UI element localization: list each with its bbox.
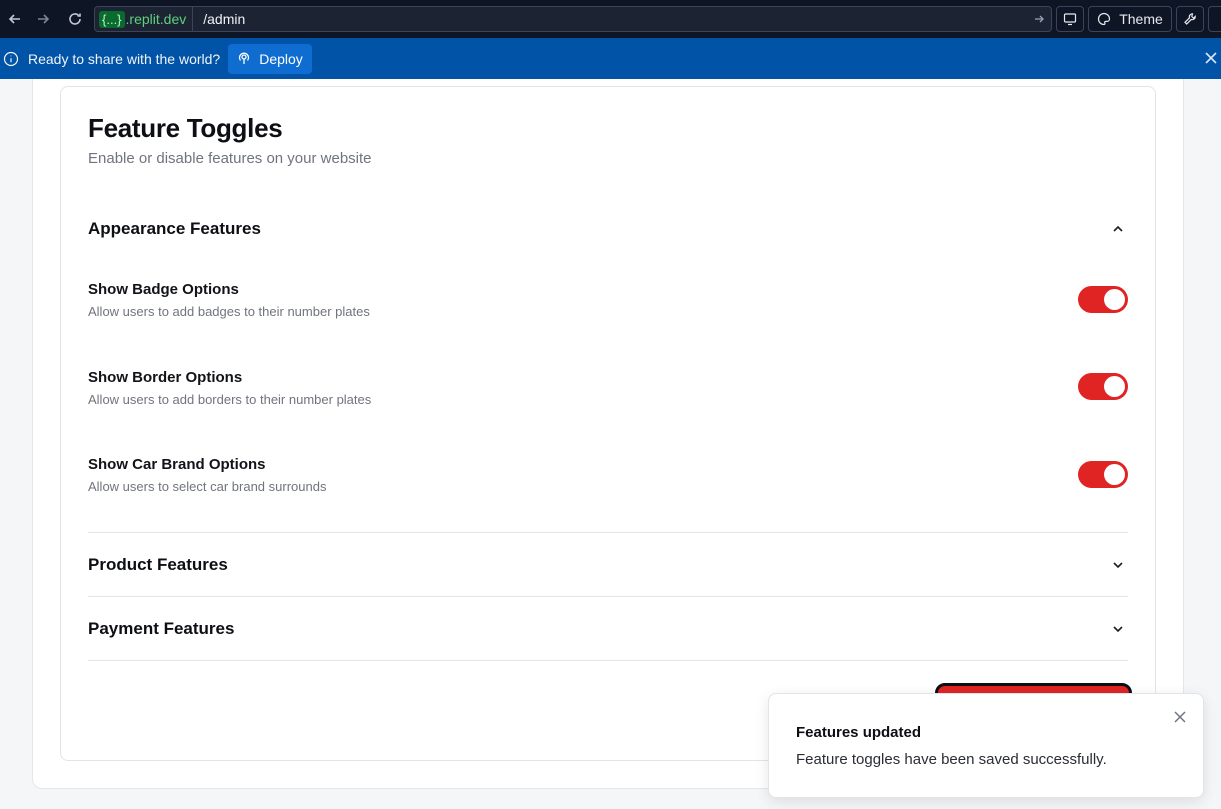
reload-icon[interactable]: [60, 4, 90, 34]
section-title: Appearance Features: [88, 219, 261, 238]
deploy-label: Deploy: [259, 50, 303, 67]
back-icon[interactable]: [0, 4, 30, 34]
feature-car-brand-options: Show Car Brand Options Allow users to se…: [88, 456, 1128, 496]
forward-icon[interactable]: [28, 4, 58, 34]
divider: [88, 532, 1128, 533]
deploy-button[interactable]: Deploy: [228, 43, 312, 74]
url-path[interactable]: /admin: [203, 11, 1027, 27]
toggle-switch[interactable]: [1078, 461, 1128, 488]
go-arrow-icon[interactable]: [1027, 13, 1051, 25]
chevron-down-icon[interactable]: [1110, 621, 1126, 637]
feature-name: Show Badge Options: [88, 281, 239, 298]
divider: [88, 660, 1128, 661]
feature-name: Show Car Brand Options: [88, 456, 266, 473]
deploy-banner: Ready to share with the world? Deploy: [0, 38, 1221, 79]
page-title: Feature Toggles: [88, 113, 283, 143]
section-title: Payment Features: [88, 619, 235, 638]
feature-description: Allow users to add badges to their numbe…: [88, 304, 370, 319]
section-appearance[interactable]: Appearance Features: [88, 217, 1128, 241]
deploy-icon: [239, 52, 250, 64]
toast-message: Feature toggles have been saved successf…: [796, 751, 1107, 768]
section-payment[interactable]: Payment Features: [88, 617, 1128, 641]
close-icon[interactable]: [1203, 50, 1219, 66]
banner-text: Ready to share with the world?: [28, 50, 221, 67]
theme-label: Theme: [1119, 11, 1163, 27]
section-title: Product Features: [88, 555, 228, 574]
url-bar[interactable]: {...} .replit.dev /admin: [94, 6, 1052, 32]
toast-notification: Features updated Feature toggles have be…: [768, 693, 1204, 798]
palette-icon: [1098, 12, 1111, 26]
toast-title: Features updated: [796, 724, 922, 741]
monitor-icon: [1063, 13, 1077, 26]
theme-button[interactable]: Theme: [1088, 6, 1172, 32]
tools-button[interactable]: [1176, 6, 1204, 32]
divider: [88, 596, 1128, 597]
feature-name: Show Border Options: [88, 369, 243, 386]
feature-border-options: Show Border Options Allow users to add b…: [88, 369, 1128, 409]
info-icon: [2, 50, 20, 68]
feature-badge-options: Show Badge Options Allow users to add ba…: [88, 281, 1128, 321]
domain-braces: {...}: [99, 10, 125, 28]
more-button[interactable]: [1208, 6, 1221, 32]
chevron-up-icon[interactable]: [1110, 221, 1126, 237]
domain-pill[interactable]: {...} .replit.dev: [95, 7, 194, 31]
feature-description: Allow users to add borders to their numb…: [88, 392, 372, 407]
feature-description: Allow users to select car brand surround…: [88, 479, 327, 494]
toggle-switch[interactable]: [1078, 373, 1128, 400]
chevron-down-icon[interactable]: [1110, 557, 1126, 573]
domain-suffix: .replit.dev: [125, 11, 187, 27]
close-icon[interactable]: [1173, 710, 1187, 724]
page-subtitle: Enable or disable features on your websi…: [88, 150, 372, 167]
wrench-icon: [1184, 13, 1196, 25]
section-product[interactable]: Product Features: [88, 553, 1128, 577]
devices-button[interactable]: [1056, 6, 1084, 32]
browser-toolbar: {...} .replit.dev /admin Theme: [0, 0, 1221, 38]
toggle-switch[interactable]: [1078, 286, 1128, 313]
